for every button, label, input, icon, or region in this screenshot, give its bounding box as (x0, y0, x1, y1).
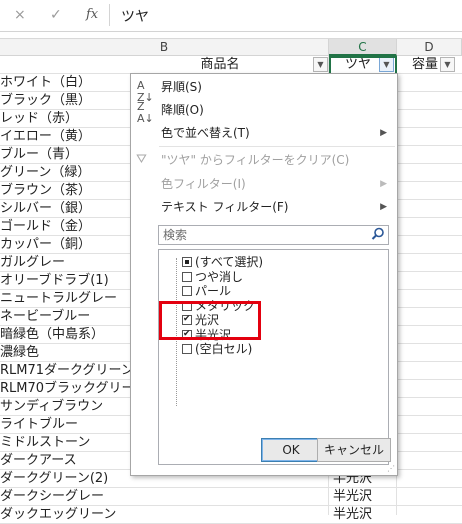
gloss-cell[interactable]: 半光沢 (333, 506, 395, 524)
text-filter-item[interactable]: テキスト フィルター(F) (161, 198, 288, 216)
filter-search-input[interactable]: 検索 (158, 225, 389, 245)
filter-list-item[interactable]: (空白セル) (182, 342, 252, 357)
enter-icon[interactable]: ✓ (50, 7, 62, 23)
menu-divider (159, 146, 395, 147)
submenu-arrow-icon: ▶ (380, 202, 387, 212)
filter-item-label: パール (195, 284, 232, 298)
table-row: ダークシーグレー 半光沢 (0, 488, 462, 506)
column-header-c[interactable]: C (329, 39, 397, 56)
fx-icon[interactable]: fx (86, 7, 98, 22)
filter-value-list: (すべて選択)つや消しパールメタリック光沢半光沢(空白セル) (158, 249, 389, 465)
search-icon (371, 227, 384, 240)
header-cell-capacity[interactable]: 容量 (412, 56, 438, 74)
gloss-cell[interactable]: 半光沢 (333, 488, 395, 506)
filter-button-b[interactable]: ▼ (313, 57, 328, 72)
filter-item-label: つや消し (195, 269, 244, 284)
highlight-box (159, 301, 261, 340)
clear-filter-icon: ⛛ (136, 152, 147, 167)
filter-item-label: (空白セル) (195, 342, 253, 356)
product-name-cell[interactable]: ダークシーグレー (0, 488, 328, 506)
clear-filter-item[interactable]: "ツヤ" からフィルターをクリア(C) (161, 151, 349, 169)
filter-list-item[interactable]: つや消し (182, 270, 243, 285)
column-header-b[interactable]: B (0, 39, 329, 56)
submenu-arrow-icon: ▶ (380, 179, 387, 189)
formula-separator (109, 4, 110, 26)
ok-button[interactable]: OK (261, 438, 321, 462)
color-filter-item[interactable]: 色フィルター(I) (161, 175, 246, 193)
formula-gap (0, 32, 462, 39)
sort-by-color-item[interactable]: 色で並べ替え(T) (161, 124, 250, 142)
filter-checkbox[interactable] (182, 344, 192, 354)
table-row: ダックエッグリーン 半光沢 (0, 506, 462, 524)
filter-checkbox[interactable] (182, 271, 192, 282)
filter-button-d[interactable]: ▼ (440, 57, 455, 72)
filter-list-item[interactable]: (すべて選択) (182, 255, 263, 270)
sort-desc-icon: Z A↓ (137, 100, 154, 125)
filter-checkbox[interactable] (182, 257, 192, 267)
formula-bar: × ✓ fx ツヤ (0, 0, 462, 32)
filter-dropdown: A Z↓ 昇順(S) Z A↓ 降順(O) 色で並べ替え(T) ▶ ⛛ "ツヤ" か… (130, 73, 398, 476)
sort-desc-item[interactable]: 降順(O) (161, 101, 204, 119)
cancel-button[interactable]: キャンセル (317, 438, 391, 462)
column-header-d[interactable]: D (397, 39, 462, 56)
product-name-cell[interactable]: ダックエッグリーン (0, 506, 328, 524)
formula-input[interactable]: ツヤ (121, 6, 149, 26)
submenu-arrow-icon: ▶ (380, 128, 387, 138)
search-placeholder: 検索 (163, 228, 188, 242)
sort-asc-item[interactable]: 昇順(S) (161, 78, 202, 96)
cancel-icon[interactable]: × (14, 7, 26, 23)
filter-list-item[interactable]: パール (182, 284, 231, 299)
filter-item-label: (すべて選択) (195, 255, 264, 269)
filter-checkbox[interactable] (182, 286, 192, 296)
resize-grip-icon[interactable]: ⋰ (387, 464, 395, 473)
header-cell-product-name[interactable]: 商品名 (130, 56, 310, 74)
